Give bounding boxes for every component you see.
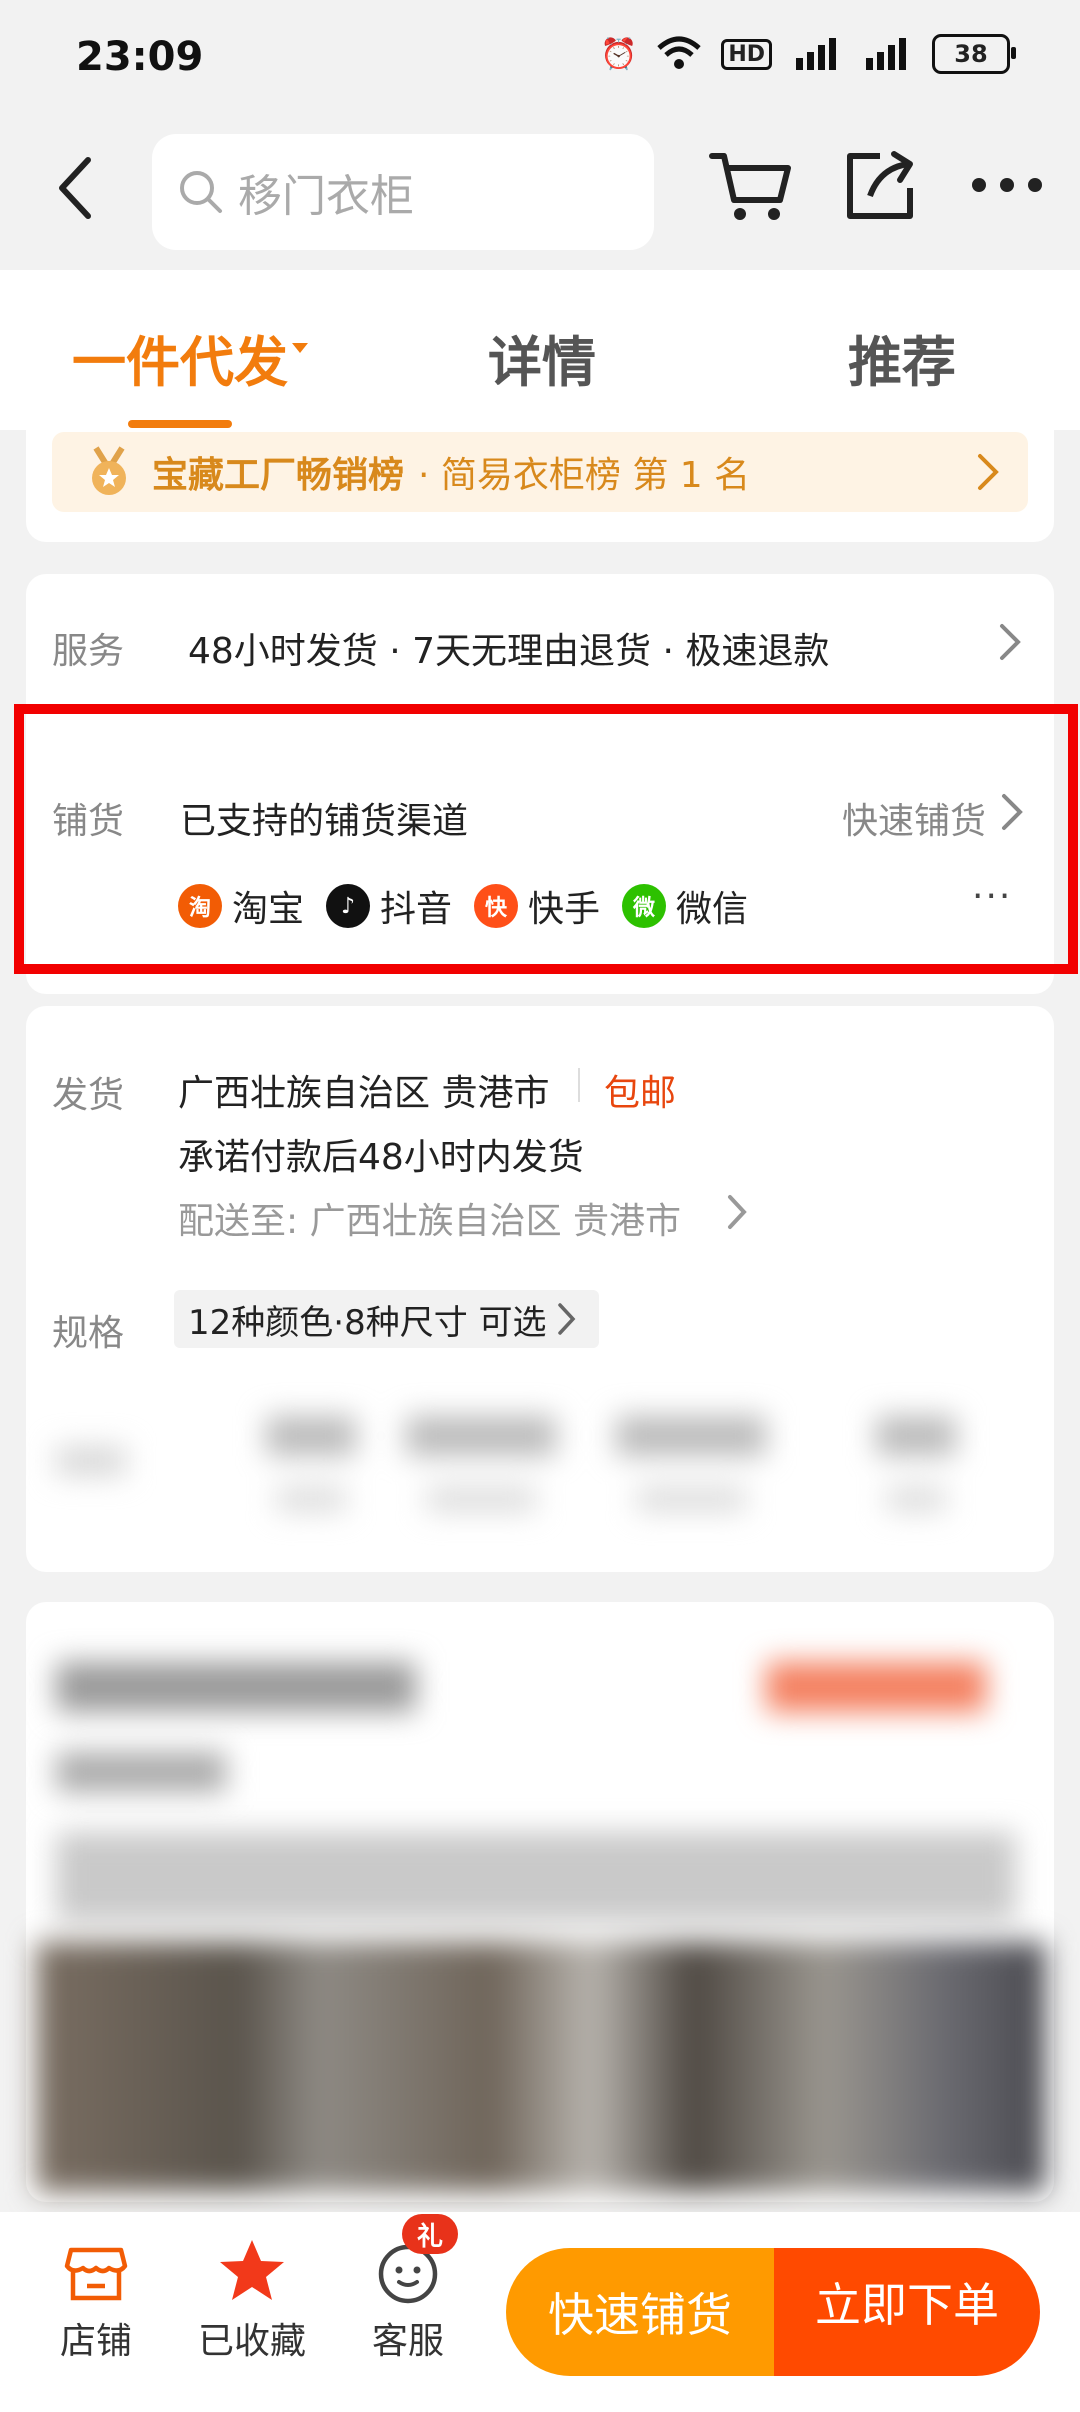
blurred-price-table [26,1386,1054,1572]
blurred-thumbnails [36,1942,1046,2192]
wifi-icon [657,36,701,69]
active-tab-indicator [128,420,232,428]
cart-icon[interactable] [706,146,796,226]
service-label: 服务 [52,631,125,672]
blurred-follow-button [766,1662,986,1712]
tab-dropship[interactable]: 一件代发 [72,318,308,397]
highlight-frame [14,704,1078,974]
store-button[interactable]: 店铺 [36,2236,156,2364]
divider [578,1068,580,1102]
more-icon[interactable] [972,160,1062,210]
battery-icon: 38 [932,34,1016,74]
blurred-store-name [56,1662,416,1712]
battery-level: 38 [954,40,988,68]
shipping-label: 发货 [52,1075,125,1116]
tab-recommend[interactable]: 推荐 [848,318,956,397]
chevron-right-icon[interactable] [726,1192,748,1232]
tab-details[interactable]: 详情 [488,318,596,397]
medal-icon [92,446,126,495]
rank-banner[interactable]: 宝藏工厂畅销榜 · 简易衣柜榜 第 1 名 [52,432,1028,512]
search-icon [180,171,222,213]
search-placeholder: 移门衣柜 [238,171,414,222]
tab-dropship-label: 一件代发 [72,331,288,394]
star-icon [220,2240,284,2300]
free-shipping-badge: 包邮 [604,1073,677,1114]
shipping-destination[interactable]: 配送至: 广西壮族自治区 贵港市 [178,1192,681,1244]
customer-service-button[interactable]: 客服 [348,2236,468,2364]
store-label: 店铺 [59,2321,132,2362]
spec-text: 12种颜色·8种尺寸 可选 [188,1302,547,1343]
customer-service-label: 客服 [371,2321,444,2362]
caret-down-icon [292,343,308,354]
service-text[interactable]: 48小时发货 · 7天无理由退货 · 极速退款 [188,622,829,674]
shipping-promise: 承诺付款后48小时内发货 [178,1137,584,1178]
back-icon[interactable] [48,148,108,228]
status-icons: ⏰ HD 38 [599,34,1016,74]
chevron-right-icon [978,454,999,490]
alarm-icon: ⏰ [599,36,638,72]
blurred-rating [56,1752,226,1792]
hd-icon: HD [721,38,772,70]
blurred-description [56,1832,1016,1922]
status-time: 23:09 [76,34,204,80]
blurred-store-card [26,1602,1054,2202]
quick-puhuo-button[interactable]: 快速铺货 [506,2248,774,2376]
signal-4g-icon [796,38,836,70]
rank-subtitle: · 简易衣柜榜 第 1 名 [418,455,751,496]
favorite-label: 已收藏 [197,2321,306,2362]
chevron-right-icon[interactable] [998,620,1022,664]
share-icon[interactable] [840,146,920,226]
search-input[interactable]: 移门衣柜 [152,134,654,250]
chevron-right-icon [557,1303,575,1335]
gift-badge: 礼 [402,2214,458,2254]
spec-label: 规格 [52,1313,125,1354]
favorite-button[interactable]: 已收藏 [192,2236,312,2364]
signal-4g-icon-2 [866,38,906,70]
buy-now-button[interactable]: 立即下单 [774,2248,1040,2376]
spec-selector[interactable]: 12种颜色·8种尺寸 可选 [174,1290,599,1348]
store-icon [64,2247,128,2301]
rank-title: 宝藏工厂畅销榜 [152,455,405,496]
shipping-origin: 广西壮族自治区 贵港市 [178,1073,550,1114]
